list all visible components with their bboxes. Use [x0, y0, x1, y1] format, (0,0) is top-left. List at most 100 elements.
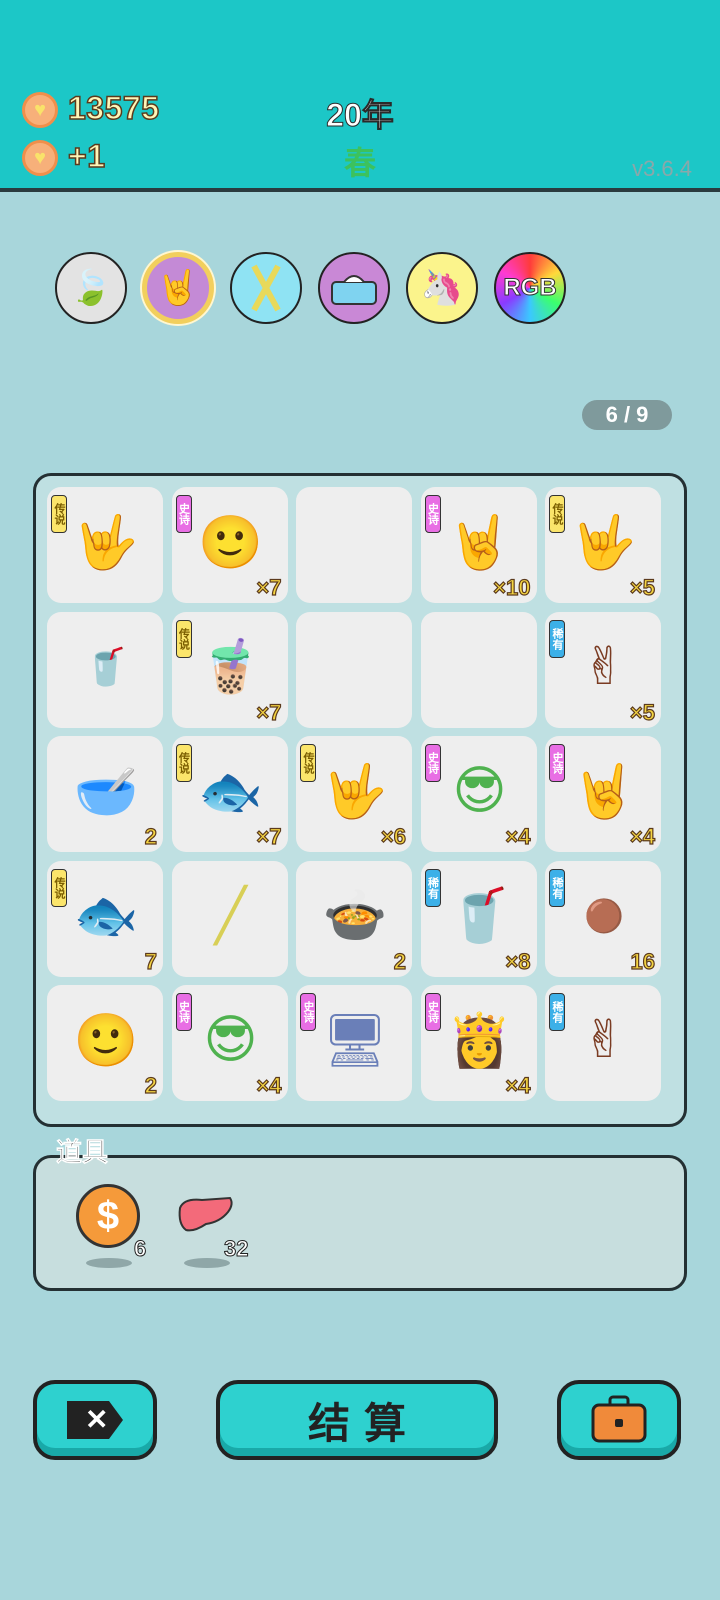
rarity-badge: 史诗 — [175, 495, 192, 533]
small-cup-icon: 🥤 — [83, 645, 129, 687]
tools-panel: $ 6 32 — [33, 1155, 687, 1291]
rarity-badge: 史诗 — [424, 495, 441, 533]
item-count: ×8 — [505, 948, 531, 974]
man-face-icon: 🙂 — [73, 1011, 139, 1070]
item-count: ×10 — [493, 574, 532, 600]
page-indicator: 6 / 9 — [582, 400, 672, 430]
grid-cell[interactable]: 史诗 🤘 ×4 — [545, 736, 661, 852]
gray-hand-icon: 🤘 — [447, 513, 512, 572]
green-hair-face-icon: 😎 — [203, 1011, 258, 1069]
header-divider — [0, 188, 720, 192]
grid-cell[interactable]: 稀有 ✌ ×5 — [545, 611, 661, 728]
yellow-hand-moon-icon: 🤟 — [322, 762, 388, 821]
rarity-badge: 史诗 — [175, 993, 192, 1031]
brown-hand-icon: ✌ — [582, 1011, 626, 1069]
briefcase-icon — [591, 1395, 647, 1443]
grid-cell[interactable]: ╱ — [171, 860, 288, 977]
bag-button[interactable] — [557, 1380, 681, 1460]
rgb-icon: RGB — [503, 274, 557, 302]
liver-icon[interactable] — [176, 1194, 236, 1238]
rarity-badge: 传说 — [51, 495, 67, 533]
koi-fish-icon: 🐟 — [198, 762, 263, 821]
category-unicorn[interactable]: 🦄 — [406, 252, 478, 324]
grid-cell[interactable]: 传说 🧋 ×7 — [171, 611, 288, 728]
item-count: ×4 — [505, 1072, 531, 1098]
rarity-badge: 史诗 — [549, 744, 565, 782]
grid-cell[interactable]: 🙂 2 — [47, 985, 163, 1101]
top-bar: ♥ 13575 ♥ +1 20年 春 v3.6.4 — [0, 0, 720, 188]
grid-cell[interactable]: 传说 🐟 7 — [47, 860, 163, 977]
grid-cell[interactable]: 🥤 — [47, 611, 163, 728]
item-count: 2 — [144, 1072, 157, 1098]
item-count: 16 — [630, 948, 656, 974]
item-count: ×4 — [505, 823, 531, 849]
grid-cell[interactable]: 🍲 2 — [296, 860, 412, 977]
svg-text:✕: ✕ — [85, 1404, 108, 1435]
pearl-star-icon: 🟤 — [584, 897, 624, 934]
grid-cell[interactable]: 传说 🤟 ×5 — [545, 487, 661, 603]
dollar-coin-icon[interactable]: $ — [76, 1184, 140, 1248]
grid-cell[interactable]: 传说 🐟 ×7 — [171, 736, 288, 852]
category-rgb[interactable]: RGB — [494, 252, 566, 324]
straw-icon: ╱ — [214, 886, 247, 945]
rarity-badge: 传说 — [300, 744, 316, 782]
grid-cell[interactable]: 史诗 🤘 ×10 — [420, 487, 537, 603]
category-tissue[interactable] — [318, 252, 390, 324]
category-rock-hand[interactable]: 🤘 — [142, 252, 214, 324]
yellow-hand-icon: 🤟 — [571, 513, 637, 572]
item-shadow — [86, 1258, 132, 1268]
soup-bowl-icon: 🍲 — [322, 887, 388, 945]
category-straws[interactable] — [230, 252, 302, 324]
item-count: ×7 — [256, 699, 282, 725]
version-label: v3.6.4 — [632, 156, 692, 181]
coin-item-count: 6 — [133, 1236, 147, 1262]
coin-total: 13575 — [67, 89, 160, 127]
grid-cell[interactable]: 史诗 🙂 ×7 — [171, 487, 288, 603]
grid-cell-empty[interactable] — [420, 611, 537, 728]
coin-income: +1 — [67, 137, 106, 175]
item-count: ×5 — [629, 574, 655, 600]
koi-fish-icon: 🐟 — [73, 887, 139, 945]
year-label: 20年 — [326, 97, 395, 134]
grid-cell[interactable]: 传说 🤟 ×6 — [296, 736, 412, 852]
rarity-badge: 稀有 — [549, 868, 565, 907]
item-count: ×4 — [629, 823, 655, 849]
gpu-card-icon: 🖥 — [321, 1011, 388, 1070]
settle-button[interactable]: 结算 — [216, 1380, 498, 1460]
grid-cell[interactable]: 稀有 ✌ — [545, 985, 661, 1101]
rarity-badge: 史诗 — [424, 744, 441, 782]
item-count: ×5 — [629, 699, 655, 725]
green-hair-face-icon: 😎 — [452, 762, 507, 820]
grid-cell[interactable]: 史诗 👸 ×4 — [420, 985, 537, 1101]
grid-cell[interactable]: 传说 🤟 — [47, 487, 163, 603]
grid-cell-empty[interactable] — [296, 611, 412, 728]
item-count: ×4 — [256, 1072, 282, 1098]
grid-cell[interactable]: 史诗 😎 ×4 — [420, 736, 537, 852]
item-count: 2 — [144, 823, 157, 849]
item-board: 传说 🤟 史诗 🙂 ×7 史诗 🤘 ×10 传说 🤟 ×5 🥤 传说 🧋 ×7 稀有 ✌ ×5 🥣 2 传说 🐟 ×7 传说 🤟… — [33, 473, 687, 1127]
exit-button[interactable]: ✕ — [33, 1380, 157, 1460]
grid-cell[interactable]: 稀有 🥤 ×8 — [420, 860, 537, 977]
heart-coin-icon: ♥ — [22, 140, 58, 176]
category-leaf[interactable]: 🍃 — [55, 252, 127, 324]
rock-hand-icon: 🤘 — [156, 269, 200, 307]
grid-cell-empty[interactable] — [296, 487, 412, 603]
rarity-badge: 传说 — [175, 744, 192, 782]
straws-icon — [251, 264, 281, 312]
grid-cell[interactable]: 史诗 😎 ×4 — [171, 985, 288, 1101]
grid-cell[interactable]: 🥣 2 — [47, 736, 163, 852]
brown-hand-icon: ✌ — [582, 637, 626, 696]
item-count: ×7 — [256, 823, 282, 849]
rarity-badge: 传说 — [549, 495, 565, 533]
yellow-hand-icon: 🤟 — [73, 513, 139, 572]
rarity-badge: 史诗 — [424, 993, 441, 1031]
liver-item-count: 32 — [223, 1236, 249, 1262]
rarity-badge: 稀有 — [549, 619, 565, 658]
settle-label: 结算 — [307, 1399, 420, 1447]
tissue-box-icon — [331, 275, 377, 305]
bowl-icon: 🥣 — [73, 762, 139, 821]
close-icon: ✕ — [67, 1401, 123, 1439]
grid-cell[interactable]: 稀有 🟤 16 — [545, 860, 661, 977]
tall-cup-icon: 🥤 — [447, 887, 512, 945]
grid-cell[interactable]: 史诗 🖥 — [296, 985, 412, 1101]
